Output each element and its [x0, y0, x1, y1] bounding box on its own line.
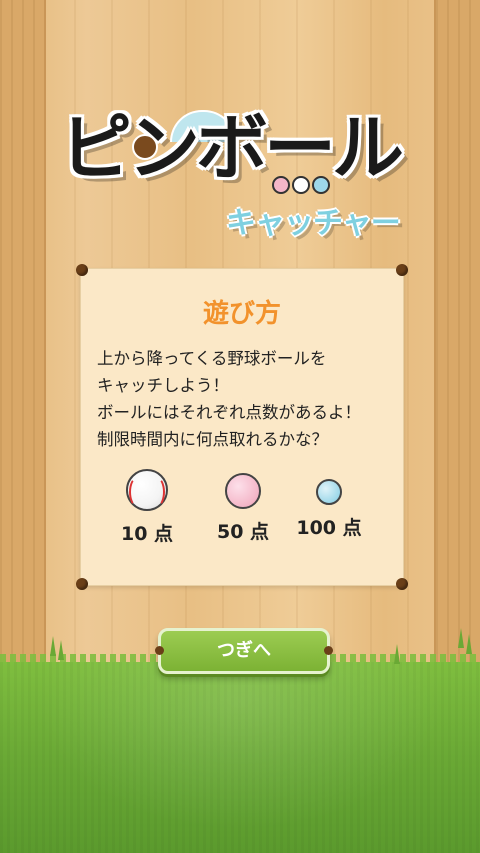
logo-blue-ball-icon — [312, 176, 330, 194]
left-wood-plank — [0, 0, 46, 680]
grass-ground — [0, 662, 480, 853]
nail-icon — [155, 646, 164, 655]
grass-tuft-icon — [394, 644, 400, 664]
nail-icon — [396, 264, 408, 276]
logo-pink-ball-icon — [272, 176, 290, 194]
next-button-label: つぎへ — [217, 640, 271, 661]
nail-icon — [396, 578, 408, 590]
nail-icon — [324, 646, 333, 655]
score-item-baseball: 10 点 — [107, 469, 187, 546]
baseball-icon — [126, 469, 168, 511]
grass-tuft-icon — [466, 634, 472, 654]
logo-title: ピンボール — [60, 106, 404, 190]
score-label: 50 点 — [216, 521, 270, 543]
instruction-line: ボールにはそれぞれ点数があるよ！ — [97, 403, 361, 422]
logo-white-ball-icon — [292, 176, 310, 194]
score-label: 10 点 — [120, 523, 174, 545]
next-button[interactable]: つぎへ — [155, 628, 333, 674]
instructions-title: 遊び方 — [202, 299, 281, 329]
grass-tuft-icon — [50, 636, 56, 656]
score-label: 100 点 — [296, 517, 362, 539]
grass-tuft-icon — [458, 628, 464, 648]
logo-brown-ball-icon — [132, 134, 158, 160]
score-item-pink: 50 点 — [203, 469, 283, 544]
right-wood-plank — [434, 0, 480, 680]
blue-ball-icon — [316, 479, 342, 505]
score-item-blue: 100 点 — [289, 469, 369, 540]
instructions-text: 上から降ってくる野球ボールを キャッチしよう！ ボールにはそれぞれ点数があるよ！… — [97, 345, 397, 453]
instruction-line: 制限時間内に何点取れるかな？ — [97, 430, 328, 449]
instruction-line: 上から降ってくる野球ボールを — [97, 349, 327, 368]
instructions-board: 遊び方 上から降ってくる野球ボールを キャッチしよう！ ボールにはそれぞれ点数が… — [76, 264, 408, 590]
game-logo: ピンボール キャッチャー — [60, 106, 420, 241]
logo-subtitle: キャッチャー — [226, 206, 401, 241]
grass-tuft-icon — [58, 640, 64, 660]
pink-ball-icon — [225, 473, 261, 509]
instruction-line: キャッチしよう！ — [97, 376, 229, 395]
nail-icon — [76, 578, 88, 590]
nail-icon — [76, 264, 88, 276]
